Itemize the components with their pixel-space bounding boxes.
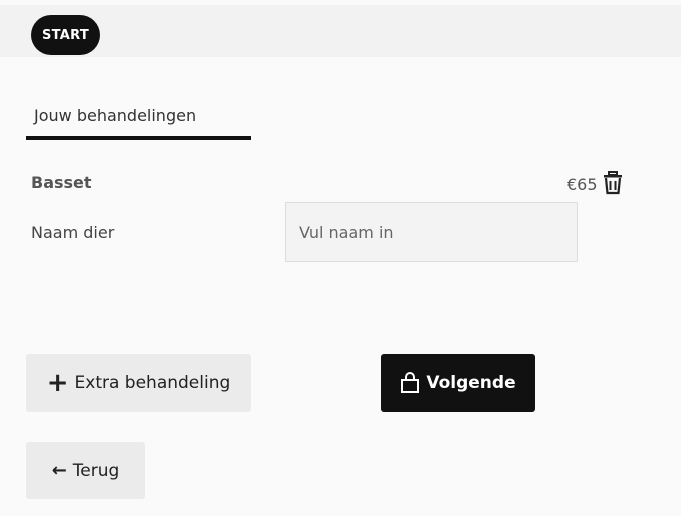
tab-jouw-behandelingen[interactable]: Jouw behandelingen (26, 98, 251, 140)
start-button[interactable]: START (31, 15, 100, 55)
arrow-left-icon: ← (51, 460, 67, 481)
pet-name-label: Naam dier (31, 223, 115, 242)
shopping-bag-icon (400, 372, 420, 394)
add-treatment-label: Extra behandeling (74, 373, 231, 393)
treatment-name: Basset (31, 173, 92, 192)
trash-icon[interactable] (602, 171, 624, 195)
top-bar: START (0, 5, 681, 57)
next-label: Volgende (426, 373, 516, 393)
plus-icon: + (46, 368, 69, 398)
pet-name-input[interactable] (285, 202, 578, 262)
back-button[interactable]: ← Terug (26, 442, 145, 499)
tab-label: Jouw behandelingen (34, 106, 197, 125)
back-label: Terug (72, 460, 120, 481)
treatment-price: €65 (567, 175, 598, 194)
add-treatment-button[interactable]: + Extra behandeling (26, 354, 251, 412)
next-button[interactable]: Volgende (381, 354, 535, 412)
